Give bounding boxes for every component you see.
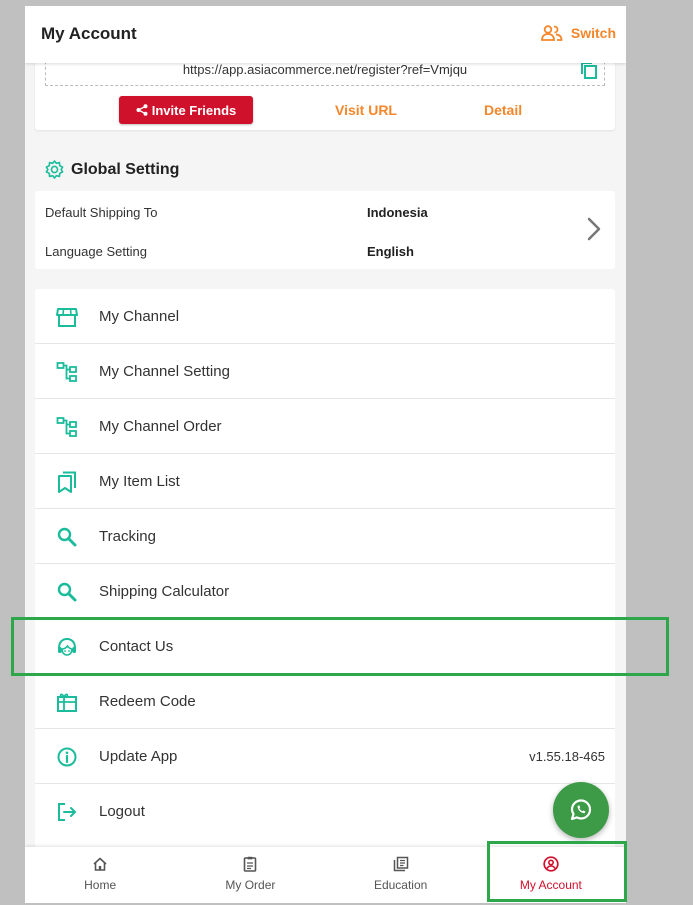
search-icon [55, 580, 79, 604]
menu-label: Logout [99, 803, 145, 820]
switch-label: Switch [570, 25, 616, 41]
invite-friends-label: Invite Friends [151, 102, 237, 118]
shipping-to-value: Indonesia [367, 205, 428, 220]
store-icon [55, 305, 79, 329]
menu-label: My Channel Order [99, 418, 222, 435]
global-setting-heading: Global Setting [45, 160, 179, 179]
nav-education[interactable]: Education [326, 847, 476, 903]
nav-home[interactable]: Home [25, 847, 175, 903]
menu-item-my-channel-order[interactable]: My Channel Order [35, 399, 615, 454]
menu-item-update-app[interactable]: Update App v1.55.18-465 [35, 729, 615, 784]
copy-icon[interactable] [580, 61, 598, 84]
app-header: My Account Switch [25, 6, 626, 63]
account-menu: My Channel My Channel Setting My Channel… [35, 289, 615, 849]
search-icon [55, 525, 79, 549]
referral-url: https://app.asiacommerce.net/register?re… [182, 62, 468, 77]
info-icon [55, 745, 79, 769]
whatsapp-button[interactable] [553, 782, 609, 838]
contact-us-highlight [11, 617, 669, 676]
menu-label: My Channel [99, 308, 180, 325]
gear-icon [45, 160, 64, 179]
nav-my-order[interactable]: My Order [175, 847, 325, 903]
menu-label: Update App [99, 748, 178, 765]
language-value: English [367, 244, 414, 259]
bookmarks-icon [55, 470, 79, 494]
invite-card: https://app.asiacommerce.net/register?re… [35, 56, 615, 130]
menu-item-shipping-calculator[interactable]: Shipping Calculator [35, 564, 615, 619]
share-icon [136, 104, 148, 116]
detail-button[interactable]: Detail [484, 102, 522, 118]
global-setting-card[interactable]: Default Shipping To Indonesia Language S… [35, 191, 615, 269]
education-icon [393, 856, 408, 872]
app-version: v1.55.18-465 [529, 749, 605, 764]
language-label: Language Setting [45, 244, 147, 259]
menu-item-my-channel[interactable]: My Channel [35, 289, 615, 344]
sitemap-icon [55, 415, 79, 439]
page-title: My Account [41, 24, 137, 43]
chevron-right-icon[interactable] [587, 217, 601, 246]
menu-item-my-item-list[interactable]: My Item List [35, 454, 615, 509]
order-icon [244, 856, 257, 872]
whatsapp-icon [570, 799, 592, 821]
menu-label: Redeem Code [99, 693, 196, 710]
nav-label: My Order [225, 878, 276, 892]
menu-item-logout[interactable]: Logout [35, 784, 615, 839]
visit-url-button[interactable]: Visit URL [335, 102, 397, 118]
menu-label: Tracking [99, 528, 156, 545]
switch-button[interactable]: Switch [540, 25, 616, 41]
menu-item-my-channel-setting[interactable]: My Channel Setting [35, 344, 615, 399]
global-setting-title: Global Setting [71, 160, 180, 178]
app-screen: My Account Switch https://app.asiacommer… [25, 6, 626, 903]
menu-label: My Channel Setting [99, 363, 230, 380]
sitemap-icon [55, 360, 79, 384]
menu-item-redeem-code[interactable]: Redeem Code [35, 674, 615, 729]
shipping-to-label: Default Shipping To [45, 205, 158, 220]
invite-friends-button[interactable]: Invite Friends [119, 96, 253, 124]
nav-label: Home [84, 878, 117, 892]
nav-label: Education [373, 878, 428, 892]
menu-label: Shipping Calculator [99, 583, 230, 600]
menu-label: My Item List [99, 473, 180, 490]
logout-icon [55, 800, 79, 824]
my-account-highlight [487, 841, 627, 902]
users-icon [540, 25, 563, 41]
gift-card-icon [55, 690, 79, 714]
menu-item-tracking[interactable]: Tracking [35, 509, 615, 564]
home-icon [93, 857, 107, 871]
